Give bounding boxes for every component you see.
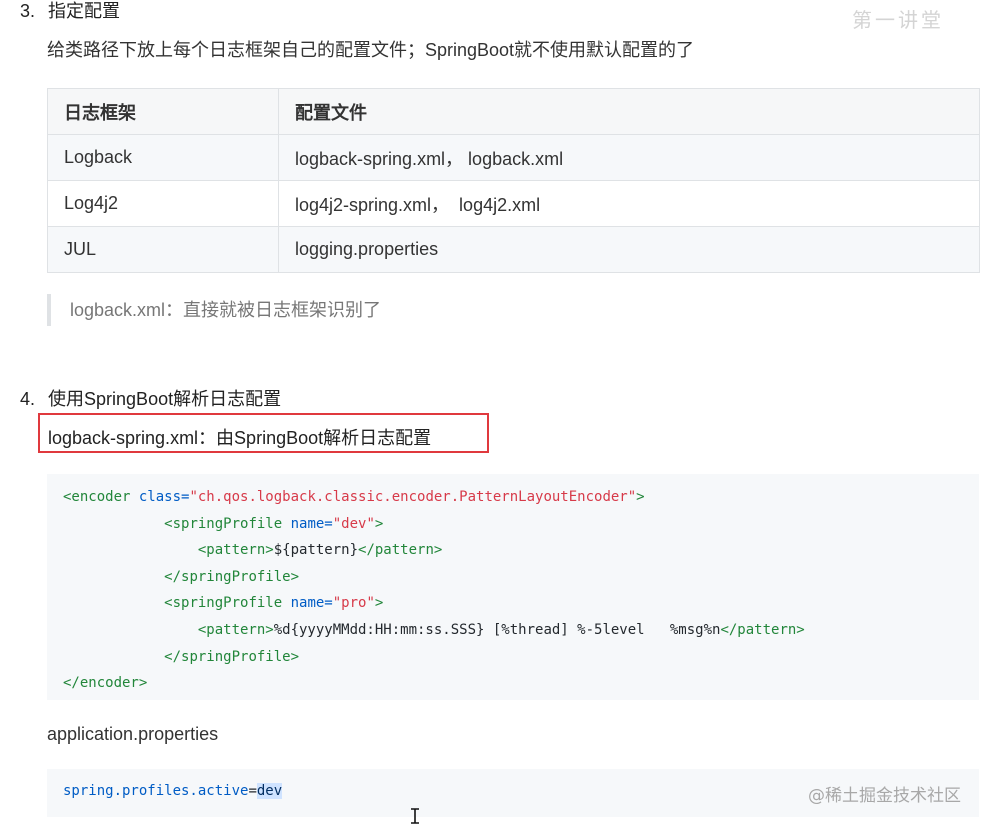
log-framework-table: 日志框架 配置文件 Logback logback-spring.xml， lo… [47,88,980,273]
code-tag: </springProfile> [164,648,300,665]
code-tag: > [636,489,645,505]
code-line: <pattern>%d{yyyyMMdd:HH:mm:ss.SSS} [%thr… [63,617,979,644]
table-row: Logback logback-spring.xml， logback.xml [47,134,980,181]
code-line: </encoder> [63,670,979,697]
code-tag: </springProfile> [164,568,300,585]
code-tag: <springProfile [164,595,291,612]
code-tag: <pattern> [197,542,274,559]
section-3-intro: 给类路径下放上每个日志框架自己的配置文件；SpringBoot就不使用默认配置的… [47,40,695,60]
code-text: ${pattern} [273,542,359,559]
code-attr: class= [138,489,190,505]
code-tag: <springProfile [164,515,291,532]
corner-watermark: 第一讲堂 [852,10,944,32]
code-tag: <pattern> [197,621,274,638]
table-row: Log4j2 log4j2-spring.xml， log4j2.xml [47,180,980,227]
xml-code-block: <encoder class="ch.qos.logback.classic.e… [47,474,979,700]
code-line: <pattern>${pattern}</pattern> [63,537,979,564]
site-watermark: @稀土掘金技术社区 [808,786,961,806]
code-line: <springProfile name="pro"> [63,590,979,617]
text-cursor-icon [411,808,419,824]
code-text: %d{yyyyMMdd:HH:mm:ss.SSS} [%thread] %-5l… [273,621,721,638]
blockquote-note: logback.xml：直接就被日志框架识别了 [47,294,381,326]
section-3-number: 3. [20,1,36,21]
table-cell: Logback [47,134,279,181]
table-header-row: 日志框架 配置文件 [47,88,980,135]
table-cell: JUL [47,226,279,273]
code-attr: name= [290,515,333,532]
section-3-title: 指定配置 [48,1,121,21]
code-line: <springProfile name="dev"> [63,511,979,538]
code-tag: <encoder [63,489,139,505]
code-tag: </pattern> [358,542,443,559]
application-properties-label: application.properties [47,724,219,744]
property-equals: = [248,783,257,799]
table-cell: log4j2-spring.xml， log4j2.xml [278,180,980,227]
code-line: </springProfile> [63,564,979,591]
property-key: spring.profiles.active [63,783,249,799]
table-row: JUL logging.properties [47,226,980,273]
section-4-heading: 4. 使用SpringBoot解析日志配置 [20,385,281,411]
code-tag: </encoder> [63,675,148,692]
section-4-title: 使用SpringBoot解析日志配置 [48,389,282,409]
code-line: </springProfile> [63,644,979,671]
highlighted-text: logback-spring.xml：由SpringBoot解析日志配置 [48,428,432,448]
table-header-cell: 日志框架 [47,88,279,135]
code-tag: > [374,515,384,532]
property-value-selected[interactable]: dev [256,783,283,799]
code-string: "pro" [332,595,375,612]
section-3-heading: 3. 指定配置 [20,0,120,23]
table-cell: logging.properties [278,226,980,273]
section-4-number: 4. [20,389,36,409]
code-tag: > [374,595,384,612]
code-string: "ch.qos.logback.classic.encoder.PatternL… [189,489,637,505]
table-header-cell: 配置文件 [278,88,980,135]
code-string: "dev" [332,515,375,532]
table-cell: Log4j2 [47,180,279,227]
code-attr: name= [290,595,333,612]
table-cell: logback-spring.xml， logback.xml [278,134,980,181]
code-line: <encoder class="ch.qos.logback.classic.e… [63,484,979,511]
code-tag: </pattern> [720,621,805,638]
